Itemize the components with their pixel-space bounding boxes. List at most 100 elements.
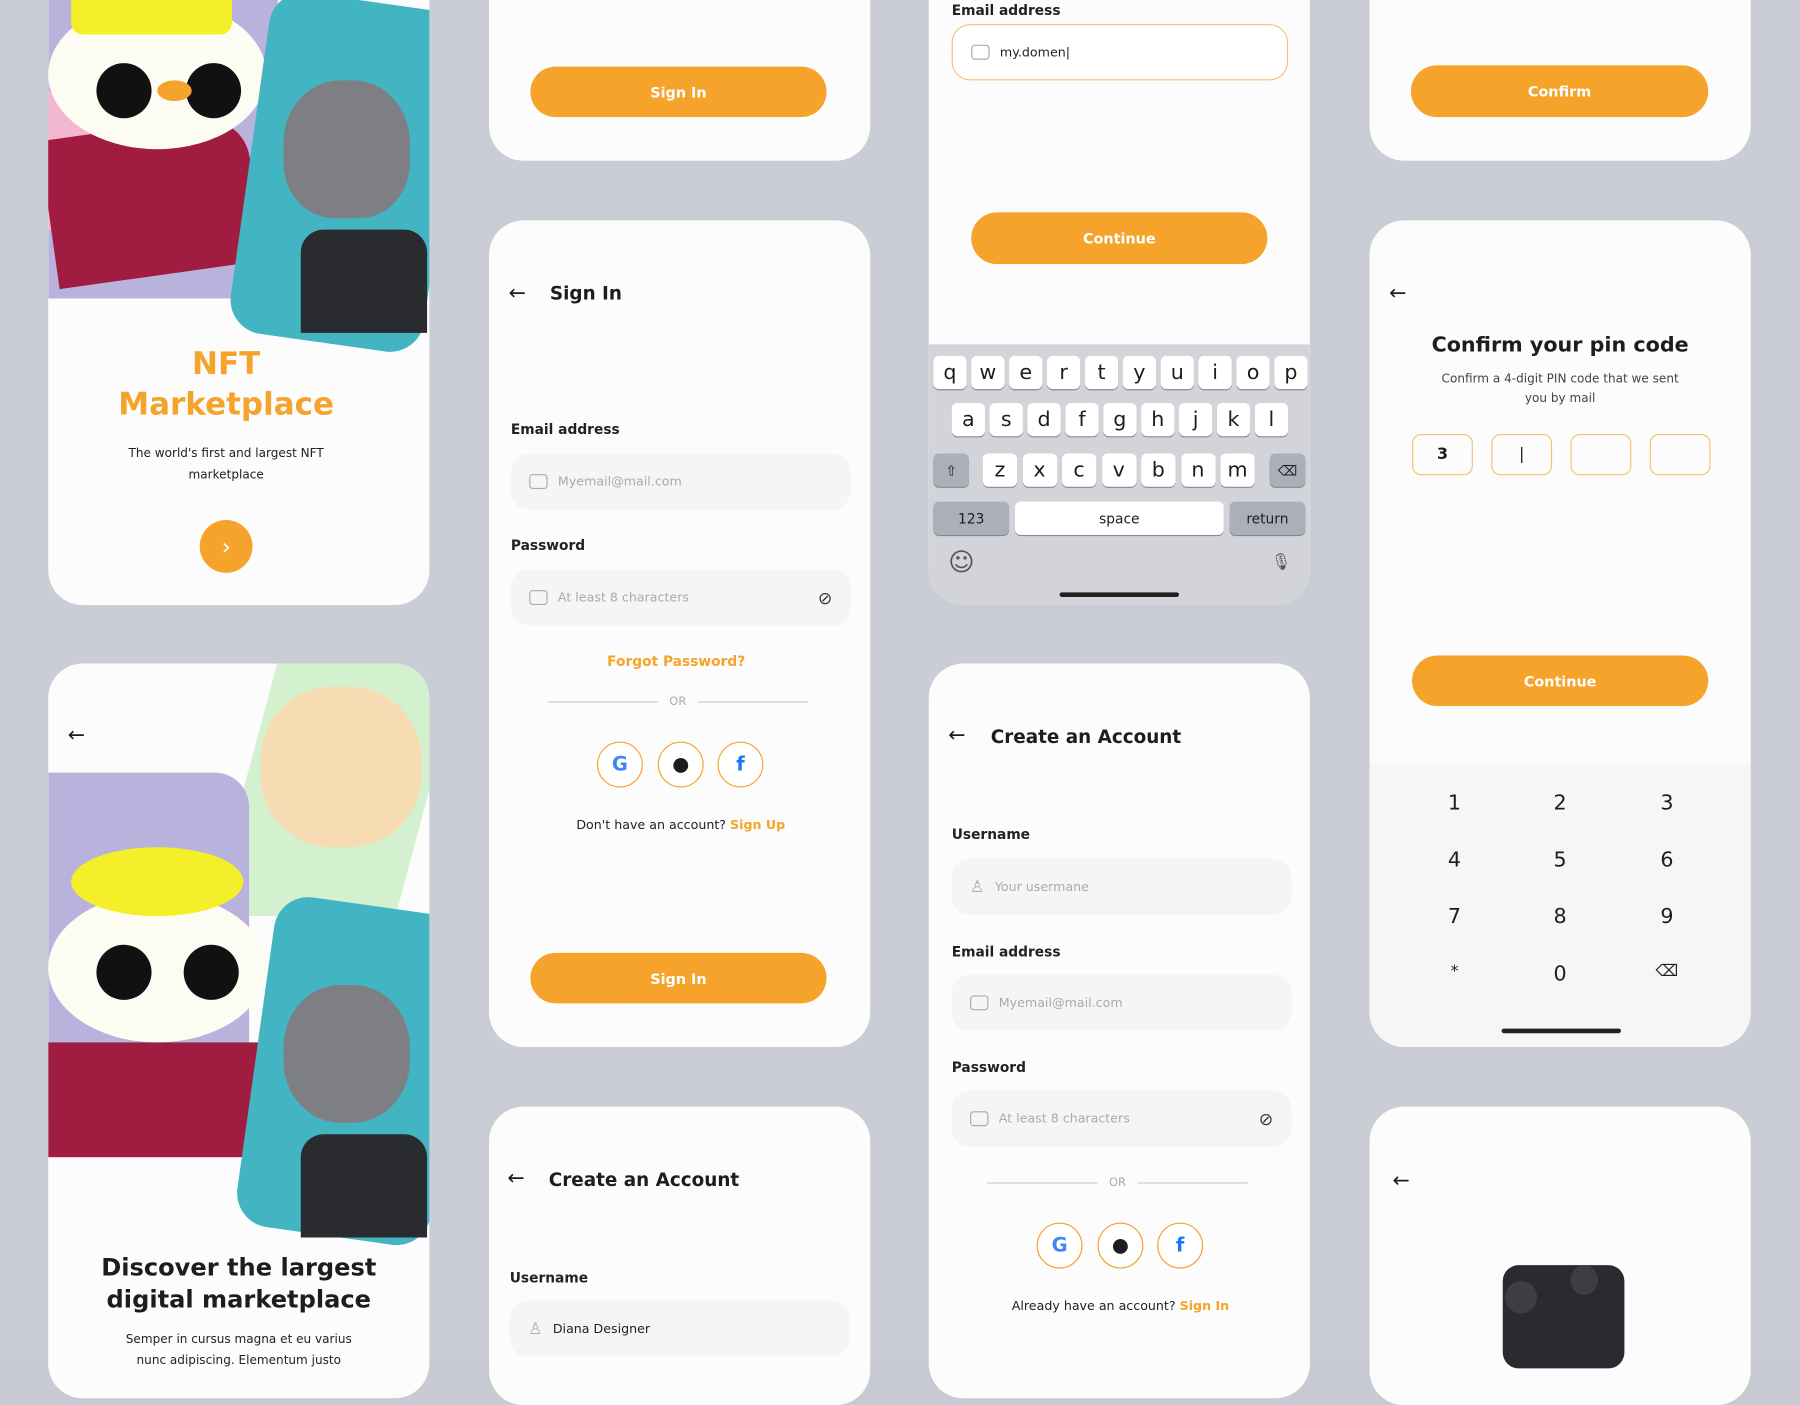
password-input[interactable]: At least 8 characters ⊘ bbox=[510, 569, 851, 626]
confirm-card-top: Confirm bbox=[1369, 0, 1751, 161]
google-button[interactable]: G bbox=[596, 741, 643, 788]
username-input[interactable]: ♙ Diana Designer bbox=[509, 1300, 850, 1357]
apple-button[interactable]: ● bbox=[1097, 1222, 1144, 1269]
back-arrow-icon[interactable]: ← bbox=[1393, 1170, 1410, 1192]
lock-icon bbox=[529, 590, 548, 605]
key-s[interactable]: s bbox=[989, 402, 1023, 437]
backspace-key[interactable]: ⌫ bbox=[1269, 453, 1306, 487]
pin-box[interactable] bbox=[1649, 433, 1711, 476]
pin-box[interactable]: 3 bbox=[1412, 433, 1473, 476]
shift-key[interactable]: ⇧ bbox=[933, 453, 969, 487]
key-g[interactable]: g bbox=[1103, 402, 1137, 437]
key-h[interactable]: h bbox=[1141, 402, 1175, 437]
keypad-key-*[interactable]: * bbox=[1432, 961, 1478, 979]
keypad-key-3[interactable]: 3 bbox=[1644, 791, 1690, 815]
apple-button[interactable]: ● bbox=[657, 741, 704, 788]
key-y[interactable]: y bbox=[1122, 355, 1157, 390]
key-t[interactable]: t bbox=[1084, 355, 1119, 390]
page-title: Sign In bbox=[549, 282, 622, 305]
space-key[interactable]: space bbox=[1014, 501, 1224, 535]
back-arrow-icon[interactable]: ← bbox=[948, 725, 965, 747]
sign-up-link[interactable]: Sign Up bbox=[730, 817, 785, 832]
home-indicator bbox=[1501, 1028, 1621, 1034]
emoji-icon[interactable]: ☺ bbox=[948, 549, 974, 578]
confirm-button[interactable]: Confirm bbox=[1410, 65, 1709, 118]
wallet-card: ← bbox=[1369, 1106, 1751, 1405]
email-label: Email address bbox=[510, 421, 620, 438]
forgot-password-link[interactable]: Forgot Password? bbox=[489, 653, 863, 669]
keypad-key-7[interactable]: 7 bbox=[1432, 905, 1478, 929]
user-icon: ♙ bbox=[528, 1319, 543, 1338]
facebook-button[interactable]: f bbox=[1157, 1222, 1204, 1269]
key-f[interactable]: f bbox=[1065, 402, 1099, 437]
signin-prompt: Already have an account? Sign In bbox=[1011, 1298, 1230, 1314]
or-divider: OR bbox=[547, 696, 808, 708]
create-account-card: ← Create an Account Username ♙ Your userm… bbox=[928, 663, 1310, 1399]
key-q[interactable]: q bbox=[933, 355, 967, 390]
key-l[interactable]: l bbox=[1254, 402, 1289, 437]
email-input[interactable]: Myemail@mail.com bbox=[951, 974, 1292, 1031]
key-u[interactable]: u bbox=[1160, 355, 1194, 390]
keypad-key-9[interactable]: 9 bbox=[1644, 905, 1690, 929]
continue-button[interactable]: Continue bbox=[971, 212, 1268, 265]
key-z[interactable]: z bbox=[982, 453, 1018, 487]
home-indicator bbox=[1059, 592, 1179, 597]
password-input[interactable]: At least 8 characters ⊘ bbox=[951, 1090, 1292, 1147]
keypad-key-4[interactable]: 4 bbox=[1432, 848, 1478, 872]
microphone-icon[interactable]: 🎙 bbox=[1271, 553, 1291, 571]
key-b[interactable]: b bbox=[1141, 453, 1176, 487]
sign-in-button[interactable]: Sign In bbox=[530, 66, 827, 118]
email-label: Email address bbox=[951, 943, 1061, 960]
key-w[interactable]: w bbox=[971, 355, 1005, 390]
backspace-key[interactable]: ⌫ bbox=[1644, 961, 1690, 979]
sign-in-link[interactable]: Sign In bbox=[1180, 1298, 1230, 1313]
keypad-key-0[interactable]: 0 bbox=[1537, 961, 1583, 985]
key-x[interactable]: x bbox=[1022, 453, 1057, 487]
chevron-right-icon: › bbox=[221, 532, 231, 561]
keypad-key-5[interactable]: 5 bbox=[1537, 848, 1583, 872]
password-label: Password bbox=[951, 1059, 1026, 1076]
key-r[interactable]: r bbox=[1046, 355, 1081, 390]
numbers-key[interactable]: 123 bbox=[933, 501, 1010, 535]
back-arrow-icon[interactable]: ← bbox=[1389, 283, 1406, 305]
keypad-key-1[interactable]: 1 bbox=[1432, 791, 1478, 815]
key-k[interactable]: k bbox=[1216, 402, 1251, 437]
email-input[interactable]: Myemail@mail.com bbox=[510, 453, 851, 510]
title: Discover the largest digital marketplace bbox=[101, 1253, 377, 1314]
next-button[interactable]: › bbox=[199, 520, 253, 573]
eye-off-icon[interactable]: ⊘ bbox=[818, 587, 832, 608]
back-arrow-icon[interactable]: ← bbox=[507, 1168, 524, 1190]
key-e[interactable]: e bbox=[1009, 355, 1043, 390]
return-key[interactable]: return bbox=[1229, 501, 1306, 535]
email-input[interactable]: my.domen| bbox=[951, 24, 1289, 81]
key-o[interactable]: o bbox=[1236, 355, 1270, 390]
key-m[interactable]: m bbox=[1220, 453, 1255, 487]
keypad-key-6[interactable]: 6 bbox=[1644, 848, 1690, 872]
key-i[interactable]: i bbox=[1198, 355, 1232, 390]
page-title: Confirm your pin code bbox=[1431, 332, 1689, 358]
key-n[interactable]: n bbox=[1180, 453, 1216, 487]
page-title: Create an Account bbox=[990, 725, 1182, 748]
eye-off-icon[interactable]: ⊘ bbox=[1259, 1108, 1273, 1129]
key-j[interactable]: j bbox=[1178, 402, 1213, 437]
pin-box[interactable]: | bbox=[1491, 433, 1553, 476]
back-arrow-icon[interactable]: ← bbox=[68, 725, 85, 747]
facebook-button[interactable]: f bbox=[717, 741, 764, 788]
key-d[interactable]: d bbox=[1027, 402, 1061, 437]
keypad-key-2[interactable]: 2 bbox=[1537, 791, 1583, 815]
google-button[interactable]: G bbox=[1036, 1222, 1083, 1269]
key-c[interactable]: c bbox=[1061, 453, 1097, 487]
keypad-key-8[interactable]: 8 bbox=[1537, 905, 1583, 929]
create-account-card-2: ← Create an Account Username ♙ Diana Desi… bbox=[489, 1106, 871, 1405]
subtitle: Confirm a 4-digit PIN code that we sent … bbox=[1441, 371, 1679, 406]
key-p[interactable]: p bbox=[1274, 355, 1308, 390]
username-input[interactable]: ♙ Your usermane bbox=[951, 858, 1292, 915]
key-v[interactable]: v bbox=[1101, 453, 1136, 487]
key-a[interactable]: a bbox=[951, 402, 985, 437]
sign-in-button[interactable]: Sign In bbox=[530, 952, 827, 1004]
page-title: Create an Account bbox=[548, 1168, 740, 1191]
back-arrow-icon[interactable]: ← bbox=[509, 283, 526, 305]
continue-button[interactable]: Continue bbox=[1412, 655, 1709, 707]
pin-card: ← Confirm your pin code Confirm a 4-digi… bbox=[1369, 220, 1751, 1047]
pin-box[interactable] bbox=[1570, 433, 1632, 476]
